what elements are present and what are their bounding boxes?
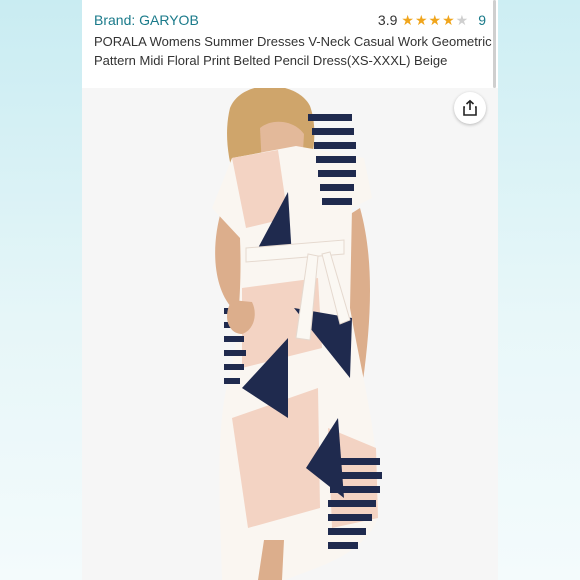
star-icon: ★ bbox=[414, 12, 428, 28]
rating-summary[interactable]: 3.9 ★ ★ ★ ★ ★ 9 bbox=[378, 12, 486, 28]
product-card: Brand: GARYOB 3.9 ★ ★ ★ ★ ★ 9 PORALA Wom… bbox=[82, 0, 498, 580]
review-count-link[interactable]: 9 bbox=[478, 12, 486, 28]
star-icon: ★ bbox=[442, 12, 455, 28]
rating-value: 3.9 bbox=[377, 12, 398, 28]
background-left bbox=[0, 0, 82, 580]
star-icon: ★ bbox=[455, 12, 469, 28]
dress-photo bbox=[82, 88, 498, 580]
star-icon: ★ bbox=[401, 12, 414, 28]
product-header: Brand: GARYOB 3.9 ★ ★ ★ ★ ★ 9 PORALA Wom… bbox=[82, 0, 498, 88]
product-image[interactable] bbox=[82, 88, 498, 580]
product-title: PORALA Womens Summer Dresses V-Neck Casu… bbox=[94, 34, 492, 68]
brand-link[interactable]: Brand: GARYOB bbox=[94, 12, 199, 28]
star-icon: ★ bbox=[428, 12, 442, 28]
scrollbar[interactable] bbox=[493, 0, 496, 88]
rating-stars: ★ ★ ★ ★ ★ bbox=[401, 13, 468, 27]
share-button[interactable] bbox=[454, 92, 486, 124]
share-icon bbox=[463, 99, 477, 116]
background-right bbox=[498, 0, 580, 580]
